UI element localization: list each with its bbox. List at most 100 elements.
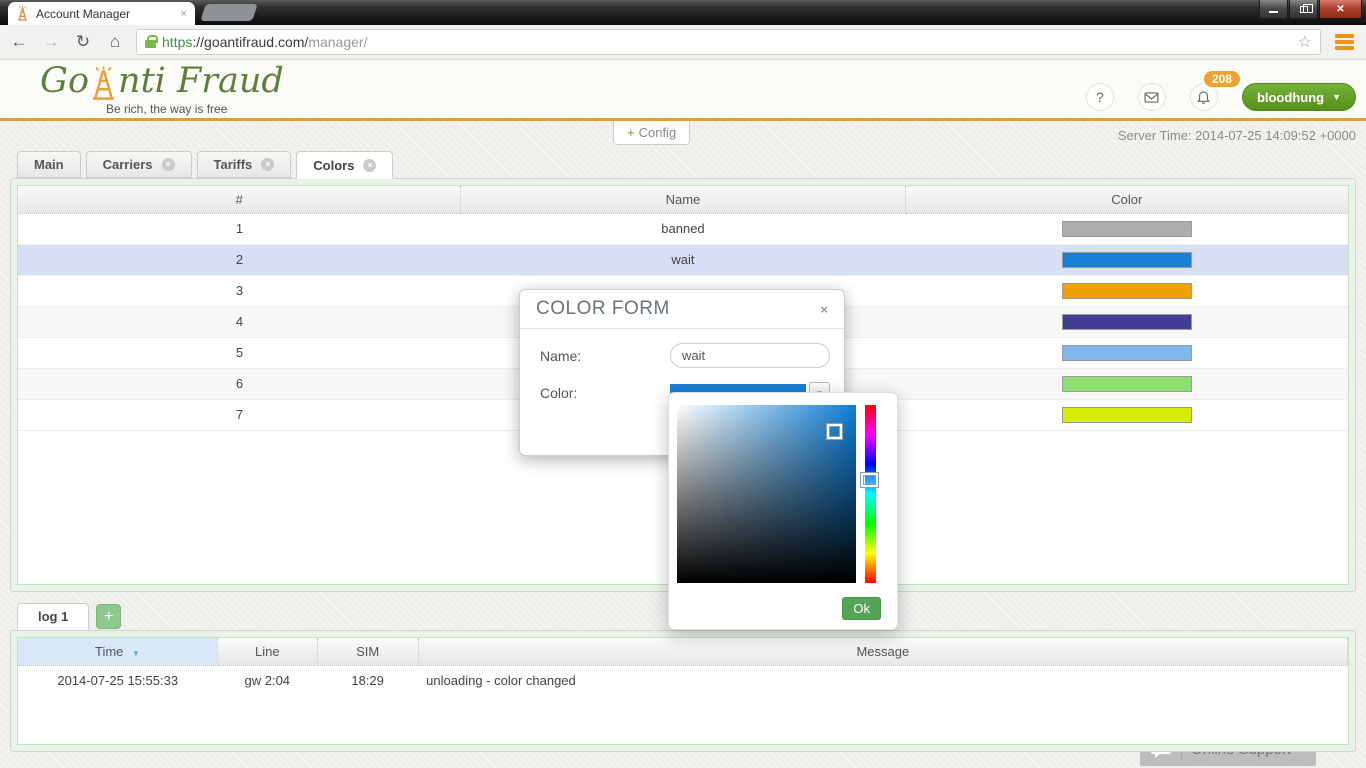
- color-swatch: [1062, 221, 1192, 237]
- row-num: 1: [18, 213, 461, 244]
- messages-button[interactable]: [1138, 83, 1166, 111]
- close-icon[interactable]: ×: [162, 158, 175, 171]
- minimize-button[interactable]: [1259, 0, 1288, 19]
- row-name: banned: [461, 213, 905, 244]
- url-scheme: https: [162, 34, 192, 50]
- col-label: Time: [95, 644, 123, 659]
- hue-slider[interactable]: [865, 405, 876, 583]
- col-header-color[interactable]: Color: [905, 186, 1348, 213]
- config-button[interactable]: +Config: [613, 121, 690, 145]
- log-panel: Time ▼ Line SIM Message 2014-07-25 15:55…: [10, 630, 1356, 752]
- tab-label: Main: [34, 157, 64, 172]
- dialog-close-icon[interactable]: ×: [820, 302, 828, 317]
- browser-tab-title: Account Manager: [36, 7, 174, 21]
- close-window-button[interactable]: ✕: [1319, 0, 1362, 19]
- notification-count-badge: 208: [1204, 71, 1240, 87]
- tab-tariffs[interactable]: Tariffs ×: [197, 151, 292, 178]
- bookmark-star-icon[interactable]: ☆: [1298, 32, 1312, 52]
- col-header-time[interactable]: Time ▼: [18, 638, 217, 665]
- browser-menu-icon[interactable]: [1331, 34, 1358, 50]
- add-log-button[interactable]: +: [96, 604, 121, 629]
- hue-slider-handle[interactable]: [861, 473, 878, 487]
- col-header-sim[interactable]: SIM: [317, 638, 418, 665]
- tab-carriers[interactable]: Carriers ×: [86, 151, 192, 178]
- table-header-row: # Name Color: [18, 186, 1348, 213]
- color-swatch: [1062, 314, 1192, 330]
- row-num: 5: [18, 337, 461, 368]
- tab-label: Tariffs: [214, 157, 253, 172]
- color-swatch: [1062, 283, 1192, 299]
- row-num: 4: [18, 306, 461, 337]
- tab-colors[interactable]: Colors ×: [296, 151, 393, 179]
- tab-main[interactable]: Main: [17, 151, 81, 178]
- col-header-message[interactable]: Message: [418, 638, 1347, 665]
- logo-tagline: Be rich, the way is free: [106, 102, 227, 116]
- row-num: 3: [18, 275, 461, 306]
- close-icon[interactable]: ×: [261, 158, 274, 171]
- col-header-num[interactable]: #: [18, 186, 461, 213]
- username: bloodhung: [1257, 90, 1324, 105]
- tab-label: Carriers: [103, 157, 153, 172]
- back-button[interactable]: ←: [8, 32, 30, 52]
- workspace-tabs: Main Carriers × Tariffs × Colors ×: [17, 151, 393, 179]
- notifications-button[interactable]: [1190, 83, 1218, 111]
- help-button[interactable]: ?: [1086, 83, 1114, 111]
- log-time: 2014-07-25 15:55:33: [18, 665, 217, 695]
- address-bar[interactable]: https://goantifraud.com/manager/ ☆: [136, 29, 1321, 55]
- logo[interactable]: Go nti Fraud: [40, 64, 284, 99]
- url-host: ://goantifraud.com/: [192, 34, 308, 50]
- https-lock-icon[interactable]: [145, 40, 156, 48]
- color-picker-popup: Ok: [668, 392, 898, 630]
- logo-tower-icon: [90, 65, 117, 101]
- log-tab-label: log 1: [38, 609, 68, 624]
- color-swatch: [1062, 345, 1192, 361]
- server-time: Server Time: 2014-07-25 14:09:52 +0000: [1118, 128, 1356, 143]
- log-row[interactable]: 2014-07-25 15:55:33 gw 2:04 18:29 unload…: [18, 665, 1348, 695]
- col-header-line[interactable]: Line: [217, 638, 317, 665]
- table-row[interactable]: 1 banned: [18, 213, 1348, 244]
- browser-tab[interactable]: Account Manager ×: [8, 2, 195, 25]
- name-label: Name:: [540, 348, 670, 364]
- dialog-title: COLOR FORM: [536, 298, 670, 320]
- name-field[interactable]: [670, 343, 830, 368]
- saturation-marker[interactable]: [827, 424, 842, 439]
- tab-label: Colors: [313, 158, 354, 173]
- restore-button[interactable]: [1289, 0, 1318, 19]
- log-panel-inner: Time ▼ Line SIM Message 2014-07-25 15:55…: [17, 637, 1349, 745]
- reload-button[interactable]: ↻: [72, 32, 94, 52]
- forward-button[interactable]: →: [40, 32, 62, 52]
- log-table: Time ▼ Line SIM Message 2014-07-25 15:55…: [18, 638, 1348, 695]
- row-name: wait: [461, 244, 905, 275]
- color-swatch: [1062, 376, 1192, 392]
- col-header-name[interactable]: Name: [461, 186, 905, 213]
- color-swatch: [1062, 252, 1192, 268]
- logo-text-rest: nti Fraud: [118, 64, 284, 99]
- chevron-down-icon: ▼: [1332, 92, 1341, 102]
- row-num: 7: [18, 399, 461, 430]
- browser-navbar: ← → ↻ ⌂ https://goantifraud.com/manager/…: [0, 25, 1366, 60]
- minimize-icon: [1269, 11, 1278, 13]
- inactive-tab-stub[interactable]: [200, 4, 258, 21]
- tab-close-icon[interactable]: ×: [181, 8, 187, 20]
- bell-icon: [1196, 90, 1211, 105]
- browser-titlebar: Account Manager × ✕: [0, 0, 1366, 25]
- color-label: Color:: [540, 385, 670, 401]
- row-num: 6: [18, 368, 461, 399]
- app-header: Go nti Fraud Be rich, the way is free ?: [0, 60, 1366, 118]
- saturation-square[interactable]: [677, 405, 856, 583]
- user-menu-button[interactable]: bloodhung ▼: [1242, 83, 1356, 111]
- color-swatch: [1062, 407, 1192, 423]
- url-path: manager/: [308, 34, 367, 50]
- logo-text-go: Go: [40, 64, 89, 99]
- log-header-row: Time ▼ Line SIM Message: [18, 638, 1348, 665]
- page: Go nti Fraud Be rich, the way is free ?: [0, 60, 1366, 768]
- config-label: Config: [639, 125, 677, 140]
- table-row[interactable]: 2 wait: [18, 244, 1348, 275]
- close-icon[interactable]: ×: [363, 159, 376, 172]
- home-button[interactable]: ⌂: [104, 32, 126, 52]
- log-message: unloading - color changed: [418, 665, 1347, 695]
- log-tab[interactable]: log 1: [17, 603, 89, 630]
- log-sim: 18:29: [317, 665, 418, 695]
- ok-button[interactable]: Ok: [842, 597, 881, 620]
- sort-desc-icon: ▼: [132, 649, 140, 658]
